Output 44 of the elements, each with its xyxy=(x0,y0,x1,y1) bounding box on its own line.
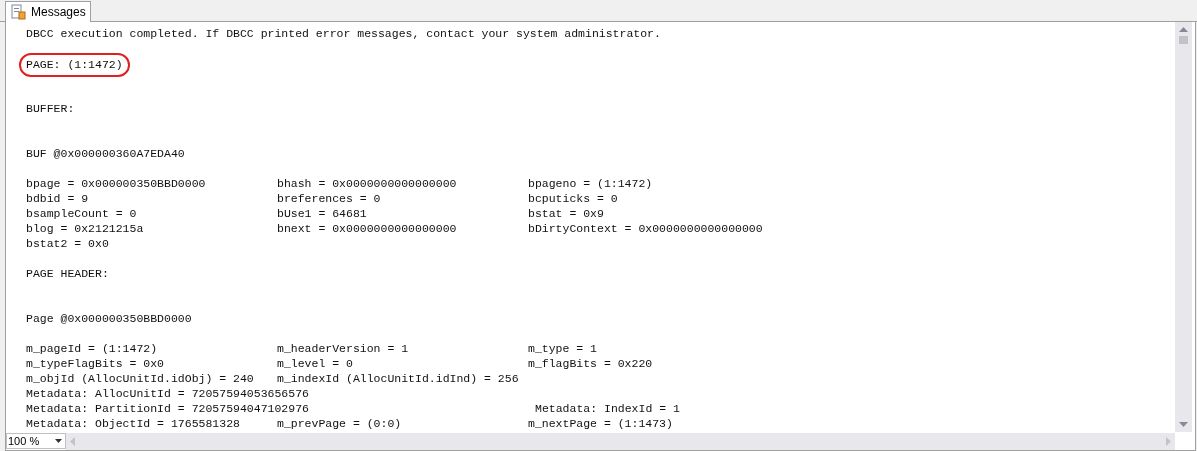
scroll-down-icon[interactable] xyxy=(1179,422,1188,427)
field-value: bcputicks = 0 xyxy=(528,191,619,206)
field-value: m_objId (AllocUnitId.idObj) = 240 xyxy=(26,371,255,386)
message-line: BUF @0x000000360A7EDA40 xyxy=(26,147,185,160)
document-icon xyxy=(10,4,26,20)
field-value: bdbid = 9 xyxy=(26,191,90,206)
field-value: m_typeFlagBits = 0x0 xyxy=(26,356,166,371)
field-value: bsampleCount = 0 xyxy=(26,206,138,221)
vertical-scrollbar[interactable] xyxy=(1175,22,1192,432)
field-value: bnext = 0x0000000000000000 xyxy=(277,221,458,236)
field-value: Metadata: AllocUnitId = 72057594053656576 xyxy=(26,386,310,401)
zoom-dropdown[interactable]: 100 % xyxy=(6,433,66,449)
field-value: Metadata: PartitionId = 72057594047102976 xyxy=(26,401,310,416)
field-value: m_headerVersion = 1 xyxy=(277,341,410,356)
field-value: bDirtyContext = 0x0000000000000000 xyxy=(528,221,764,236)
field-value: bUse1 = 64681 xyxy=(277,206,368,221)
scroll-left-icon[interactable] xyxy=(70,436,75,446)
message-line: PAGE HEADER: xyxy=(26,267,109,280)
field-value: bstat = 0x9 xyxy=(528,206,605,221)
field-value: bpage = 0x000000350BBD0000 xyxy=(26,176,207,191)
field-value: m_prevPage = (0:0) xyxy=(277,416,403,431)
field-value: m_type = 1 xyxy=(528,341,598,356)
message-line: PAGE: (1:1472) xyxy=(19,53,130,77)
scroll-thumb[interactable] xyxy=(1179,36,1188,44)
field-value: m_indexId (AllocUnitId.idInd) = 256 xyxy=(277,371,520,386)
message-line: DBCC execution completed. If DBCC printed error messages, contact your system administrator. xyxy=(26,27,661,40)
field-value: m_level = 0 xyxy=(277,356,354,371)
dropdown-caret-icon xyxy=(55,439,62,443)
message-line: Page @0x000000350BBD0000 xyxy=(26,312,192,325)
horizontal-scrollbar[interactable] xyxy=(66,432,1175,450)
message-line: BUFFER: xyxy=(26,102,75,115)
scroll-right-icon[interactable] xyxy=(1166,436,1171,446)
field-value: bhash = 0x0000000000000000 xyxy=(277,176,458,191)
field-value: bpageno = (1:1472) xyxy=(528,176,654,191)
messages-tab[interactable]: Messages xyxy=(5,1,91,22)
field-value: breferences = 0 xyxy=(277,191,382,206)
field-value: bstat2 = 0x0 xyxy=(26,236,110,251)
scroll-up-icon[interactable] xyxy=(1179,27,1188,32)
field-value: m_nextPage = (1:1473) xyxy=(528,416,674,431)
field-value: m_flagBits = 0x220 xyxy=(528,356,654,371)
field-value: m_pageId = (1:1472) xyxy=(26,341,159,356)
field-value: blog = 0x2121215a xyxy=(26,221,145,236)
field-value: Metadata: IndexId = 1 xyxy=(535,401,681,416)
field-value: Metadata: ObjectId = 1765581328 xyxy=(26,416,241,431)
